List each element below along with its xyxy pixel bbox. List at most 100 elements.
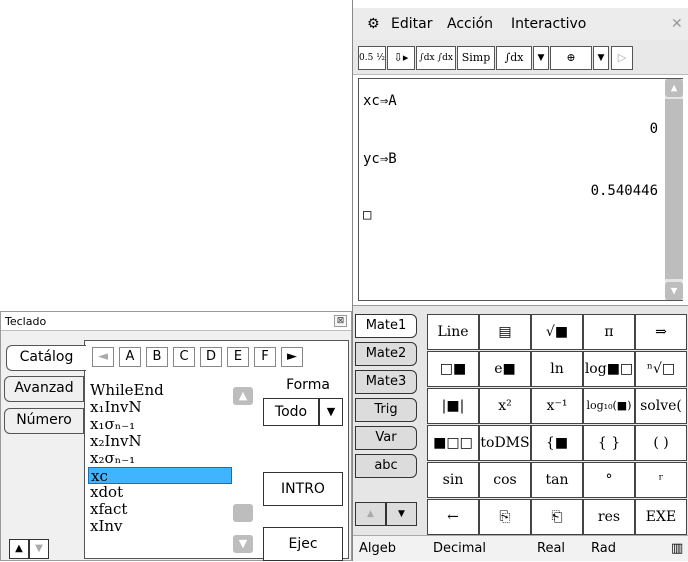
chevron-down-icon[interactable]: ▼	[533, 46, 549, 70]
key-r1-c3[interactable]: log■□	[583, 351, 635, 387]
tab-mate1[interactable]: Mate1	[355, 314, 417, 338]
tab-trig[interactable]: Trig	[355, 398, 417, 422]
work-line-output: 0.540446	[590, 183, 658, 199]
letter-f-button[interactable]: F	[254, 347, 276, 367]
scroll-down-icon[interactable]: ▼	[665, 282, 683, 300]
nav-down-icon[interactable]: ▼	[386, 502, 417, 526]
fraction-decimal-button[interactable]: 0.5 ½	[358, 46, 386, 70]
nav-up-button[interactable]: ▲	[9, 539, 29, 559]
menu-interactive[interactable]: Interactivo	[511, 8, 586, 40]
simplify-button[interactable]: Simp	[457, 46, 495, 70]
key-r4-c4[interactable]: ʳ	[635, 462, 687, 498]
status-format[interactable]: Decimal	[433, 536, 486, 562]
key-r3-c0[interactable]: ■□□	[427, 425, 479, 461]
letter-next-button[interactable]: ►	[281, 347, 303, 367]
list-scroll-thumb[interactable]	[233, 504, 253, 522]
list-item[interactable]: xdot	[88, 484, 232, 501]
integral-icon[interactable]: ∫dx ∫dx	[416, 46, 456, 70]
intro-button[interactable]: INTRO	[263, 472, 343, 506]
letter-a-button[interactable]: A	[119, 347, 141, 367]
list-item[interactable]: xfact	[88, 501, 232, 518]
key-r2-c1[interactable]: x²	[479, 388, 531, 424]
key-r0-c3[interactable]: π	[583, 314, 635, 350]
key-grid: Line ▤ √■ π ⇒ □■ e■ ln log■□ ⁿ√□ |■| x² x⁻¹ log₁₀(■) s…	[427, 314, 688, 535]
key-r0-c0[interactable]: Line	[427, 314, 479, 350]
key-r2-c4[interactable]: solve(	[635, 388, 687, 424]
key-r5-c4[interactable]: EXE	[635, 499, 687, 535]
work-line-output: 0	[649, 121, 658, 137]
form-label: Forma	[286, 377, 330, 393]
key-r5-c0[interactable]: ←	[427, 499, 479, 535]
key-r5-c2[interactable]: ⎗	[531, 499, 583, 535]
gear-icon[interactable]: ⚙	[367, 8, 380, 40]
integral-dropdown-button[interactable]: ∫dx	[496, 46, 532, 70]
status-domain[interactable]: Real	[537, 536, 565, 562]
key-r2-c2[interactable]: x⁻¹	[531, 388, 583, 424]
key-r4-c0[interactable]: sin	[427, 462, 479, 498]
key-r4-c1[interactable]: cos	[479, 462, 531, 498]
letter-e-button[interactable]: E	[227, 347, 249, 367]
tab-var[interactable]: Var	[355, 426, 417, 450]
tab-abc[interactable]: abc	[355, 454, 417, 478]
key-r5-c3[interactable]: res	[583, 499, 635, 535]
graph-icon[interactable]: ⊕	[550, 46, 592, 70]
hand-icon[interactable]: ⇩▸	[387, 46, 415, 70]
list-item[interactable]: x₂σₙ₋₁	[88, 450, 232, 467]
list-item[interactable]: x₁InvN	[88, 399, 232, 416]
tab-mate2[interactable]: Mate2	[355, 342, 417, 366]
key-r0-c4[interactable]: ⇒	[635, 314, 687, 350]
nav-down-button[interactable]: ▼	[29, 539, 49, 559]
command-list: WhileEnd x₁InvN x₁σₙ₋₁ x₂InvN x₂σₙ₋₁ xc …	[88, 382, 258, 557]
cursor-box[interactable]: □	[363, 207, 371, 223]
exec-button[interactable]: Ejec	[263, 527, 343, 561]
menu-edit[interactable]: Editar	[391, 8, 432, 40]
letter-prev-button[interactable]: ◄	[92, 347, 114, 367]
menu-action[interactable]: Acción	[447, 8, 493, 40]
key-r0-c1[interactable]: ▤	[479, 314, 531, 350]
nav-up-icon[interactable]: ▲	[355, 502, 386, 526]
list-scroll-down-button[interactable]: ▼	[233, 535, 253, 553]
list-scroll-up-button[interactable]: ▲	[233, 387, 253, 405]
tab-number[interactable]: Número	[4, 408, 84, 434]
key-r0-c2[interactable]: √■	[531, 314, 583, 350]
key-r3-c4[interactable]: ( )	[635, 425, 687, 461]
work-scrollbar[interactable]: ▲ ▼	[665, 79, 683, 300]
scroll-thumb[interactable]	[665, 99, 683, 279]
key-r4-c3[interactable]: °	[583, 462, 635, 498]
list-item-selected[interactable]: xc	[88, 467, 232, 484]
scroll-up-icon[interactable]: ▲	[665, 79, 683, 97]
key-r1-c4[interactable]: ⁿ√□	[635, 351, 687, 387]
work-area[interactable]: xc⇒A 0 yc⇒B 0.540446 □ ▲ ▼	[358, 78, 683, 301]
chevron-down-icon[interactable]: ▼	[593, 46, 609, 70]
close-icon[interactable]: ✕	[671, 8, 683, 40]
key-r4-c2[interactable]: tan	[531, 462, 583, 498]
letter-c-button[interactable]: C	[173, 347, 195, 367]
key-r1-c2[interactable]: ln	[531, 351, 583, 387]
key-r1-c0[interactable]: □■	[427, 351, 479, 387]
form-select[interactable]: Todo	[263, 398, 319, 426]
classpad-window: ⚙ Editar Acción Interactivo ✕ 0.5 ½ ⇩▸ ∫…	[352, 0, 688, 561]
key-r2-c0[interactable]: |■|	[427, 388, 479, 424]
letter-d-button[interactable]: D	[200, 347, 222, 367]
key-r3-c1[interactable]: toDMS	[479, 425, 531, 461]
tab-advanced[interactable]: Avanzad	[4, 376, 84, 402]
key-r3-c2[interactable]: {■	[531, 425, 583, 461]
status-angle[interactable]: Rad	[591, 536, 616, 562]
list-item[interactable]: xInv	[88, 518, 232, 535]
letter-b-button[interactable]: B	[146, 347, 168, 367]
key-r5-c1[interactable]: ⎘	[479, 499, 531, 535]
soft-keyboard: Mate1 Mate2 Mate3 Trig Var abc ▲ ▼ Line ▤…	[353, 305, 688, 535]
tab-catalog[interactable]: Catálog	[6, 345, 86, 371]
key-r3-c3[interactable]: { }	[583, 425, 635, 461]
list-item[interactable]: WhileEnd	[88, 382, 232, 399]
next-toolbar-icon[interactable]: ▷	[611, 46, 633, 70]
tab-mate3[interactable]: Mate3	[355, 370, 417, 394]
key-r1-c1[interactable]: e■	[479, 351, 531, 387]
list-item[interactable]: x₁σₙ₋₁	[88, 416, 232, 433]
form-dropdown-arrow-icon[interactable]: ▼	[319, 398, 343, 426]
close-icon[interactable]: ⊠	[334, 315, 347, 327]
status-mode[interactable]: Algeb	[359, 536, 396, 562]
keyboard-window: Teclado ⊠ Catálog Avanzad Número ◄ A B C…	[0, 311, 352, 561]
key-r2-c3[interactable]: log₁₀(■)	[583, 388, 635, 424]
list-item[interactable]: x₂InvN	[88, 433, 232, 450]
